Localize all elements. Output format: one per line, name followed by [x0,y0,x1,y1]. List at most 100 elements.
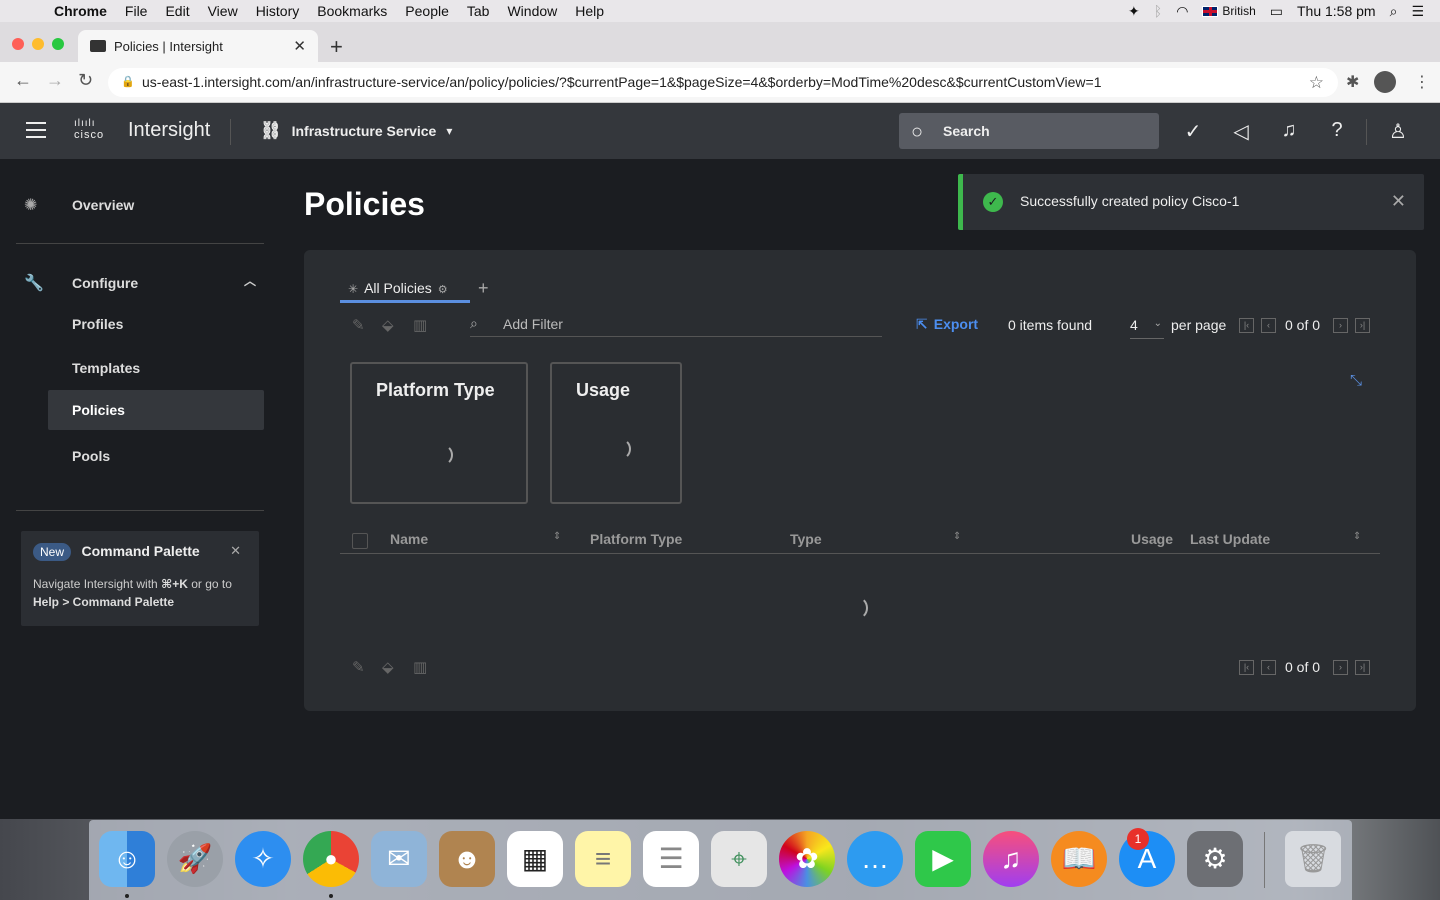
column-usage[interactable]: Usage [1131,531,1173,547]
next-page-icon[interactable]: › [1333,660,1348,675]
help-icon[interactable]: ? [1325,119,1349,142]
sidebar-item-pools[interactable]: Pools [48,436,264,476]
clock[interactable]: Thu 1:58 pm [1297,3,1376,19]
tag-icon[interactable]: ⬙ [382,658,394,676]
sort-icon[interactable]: ⇕ [553,531,561,542]
close-tab-icon[interactable]: ✕ [293,37,306,55]
photos-flower-icon[interactable]: ✿ [779,831,835,887]
messages-bubble-icon[interactable]: … [847,831,903,887]
zoom-window-button[interactable] [52,38,64,50]
tab-all-policies[interactable]: ✳ All Policies ⚙ [340,280,470,303]
menu-history[interactable]: History [256,3,300,19]
column-platform-type[interactable]: Platform Type [590,531,682,547]
menu-people[interactable]: People [405,3,449,19]
chrome-menu-icon[interactable]: ⋮ [1414,72,1430,92]
user-profile-icon[interactable]: ♙ [1386,119,1410,144]
sort-icon[interactable]: ⇕ [1353,531,1361,542]
back-icon[interactable]: ← [14,70,32,91]
menu-bookmarks[interactable]: Bookmarks [317,3,387,19]
reload-icon[interactable]: ↻ [78,70,93,91]
first-page-icon[interactable]: |‹ [1239,318,1254,333]
prev-page-icon[interactable]: ‹ [1261,318,1276,333]
hamburger-menu-icon[interactable] [26,122,46,138]
menu-view[interactable]: View [208,3,238,19]
prev-page-icon[interactable]: ‹ [1261,660,1276,675]
spotlight-icon[interactable]: ⌕ [1390,3,1398,20]
close-window-button[interactable] [12,38,24,50]
help-path[interactable]: Help > Command Palette [33,595,174,609]
collapse-icon[interactable]: ⤡ [1350,372,1362,389]
export-button[interactable]: ⇱ Export [916,316,978,333]
browser-tab[interactable]: Policies | Intersight ✕ [78,30,318,62]
control-center-icon[interactable]: ☰ [1411,3,1424,20]
contacts-book-icon[interactable]: ☻ [439,831,495,887]
sidebar-item-profiles[interactable]: Profiles [48,304,264,344]
page-size-select[interactable]: 4 ⌄ [1130,313,1164,339]
chevron-up-icon[interactable]: ︿ [244,272,256,289]
announcements-megaphone-icon[interactable]: ◁ [1229,119,1253,144]
alfred-icon[interactable]: ✦ [1128,3,1140,20]
requests-check-icon[interactable]: ✓ [1181,119,1205,144]
menu-tab[interactable]: Tab [467,3,490,19]
menu-edit[interactable]: Edit [165,3,189,19]
forward-icon[interactable]: → [46,70,64,91]
add-filter-input[interactable]: ⌕ Add Filter [470,314,882,337]
finder-icon[interactable]: ☺ [99,831,155,887]
delete-trash-icon[interactable]: ▥ [413,316,427,334]
usage-card[interactable]: Usage [550,362,682,504]
sort-icon[interactable]: ⇕ [953,531,961,542]
edit-pencil-icon[interactable]: ✎ [352,658,365,676]
launchpad-rocket-icon[interactable]: 🚀 [167,831,223,887]
input-source[interactable]: British [1202,4,1256,18]
platform-type-card[interactable]: Platform Type [350,362,528,504]
lock-icon[interactable]: 🔒 [121,68,135,97]
tag-icon[interactable]: ⬙ [382,316,394,334]
books-icon[interactable]: 📖 [1051,831,1107,887]
close-icon[interactable]: ✕ [1391,191,1406,212]
maps-icon[interactable]: ⌖ [711,831,767,887]
column-type[interactable]: Type [790,531,822,547]
new-tab-button[interactable]: + [330,34,343,60]
bluetooth-icon[interactable]: ᛒ [1154,3,1162,19]
delete-trash-icon[interactable]: ▥ [413,658,427,676]
sidebar-item-configure[interactable]: 🔧 Configure ︿ [24,273,260,293]
calendar-icon[interactable]: ▦ [507,831,563,887]
system-preferences-gear-icon[interactable]: ⚙ [1187,831,1243,887]
minimize-window-button[interactable] [32,38,44,50]
last-page-icon[interactable]: ›| [1355,660,1370,675]
menu-file[interactable]: File [125,3,148,19]
wifi-icon[interactable]: ◠ [1176,3,1188,20]
service-selector[interactable]: ⛓ Infrastructure Service ▾ [260,121,452,141]
mail-eagle-icon[interactable]: ✉ [371,831,427,887]
extensions-icon[interactable]: ✱ [1346,72,1359,92]
safari-compass-icon[interactable]: ✧ [235,831,291,887]
address-bar[interactable]: 🔒 us-east-1.intersight.com/an/infrastruc… [108,68,1338,97]
next-page-icon[interactable]: › [1333,318,1348,333]
menu-window[interactable]: Window [507,3,557,19]
global-search[interactable]: ○ Search [899,113,1159,149]
trash-icon[interactable]: 🗑 [1285,831,1341,887]
battery-icon[interactable]: ▭ [1270,3,1283,20]
menu-help[interactable]: Help [575,3,604,19]
select-all-checkbox[interactable] [352,533,368,549]
notifications-bell-icon[interactable]: ♫ [1277,119,1301,142]
column-last-update[interactable]: Last Update [1190,531,1270,547]
reminders-list-icon[interactable]: ☰ [643,831,699,887]
sidebar-item-overview[interactable]: ✺ Overview [24,195,134,215]
gear-icon[interactable]: ⚙ [438,284,448,296]
edit-pencil-icon[interactable]: ✎ [352,316,365,334]
menu-app-name[interactable]: Chrome [54,3,107,19]
last-page-icon[interactable]: ›| [1355,318,1370,333]
chrome-icon[interactable]: ● [303,831,359,887]
facetime-camera-icon[interactable]: ▶ [915,831,971,887]
notes-icon[interactable]: ≡ [575,831,631,887]
add-view-tab-button[interactable]: + [478,278,489,299]
close-icon[interactable]: ✕ [230,543,241,559]
column-name[interactable]: Name [390,531,428,547]
bookmark-star-icon[interactable]: ☆ [1309,68,1324,97]
profile-avatar-icon[interactable] [1374,71,1396,93]
music-note-icon[interactable]: ♫ [983,831,1039,887]
first-page-icon[interactable]: |‹ [1239,660,1254,675]
sidebar-item-policies[interactable]: Policies [48,390,264,430]
sidebar-item-templates[interactable]: Templates [48,348,264,388]
